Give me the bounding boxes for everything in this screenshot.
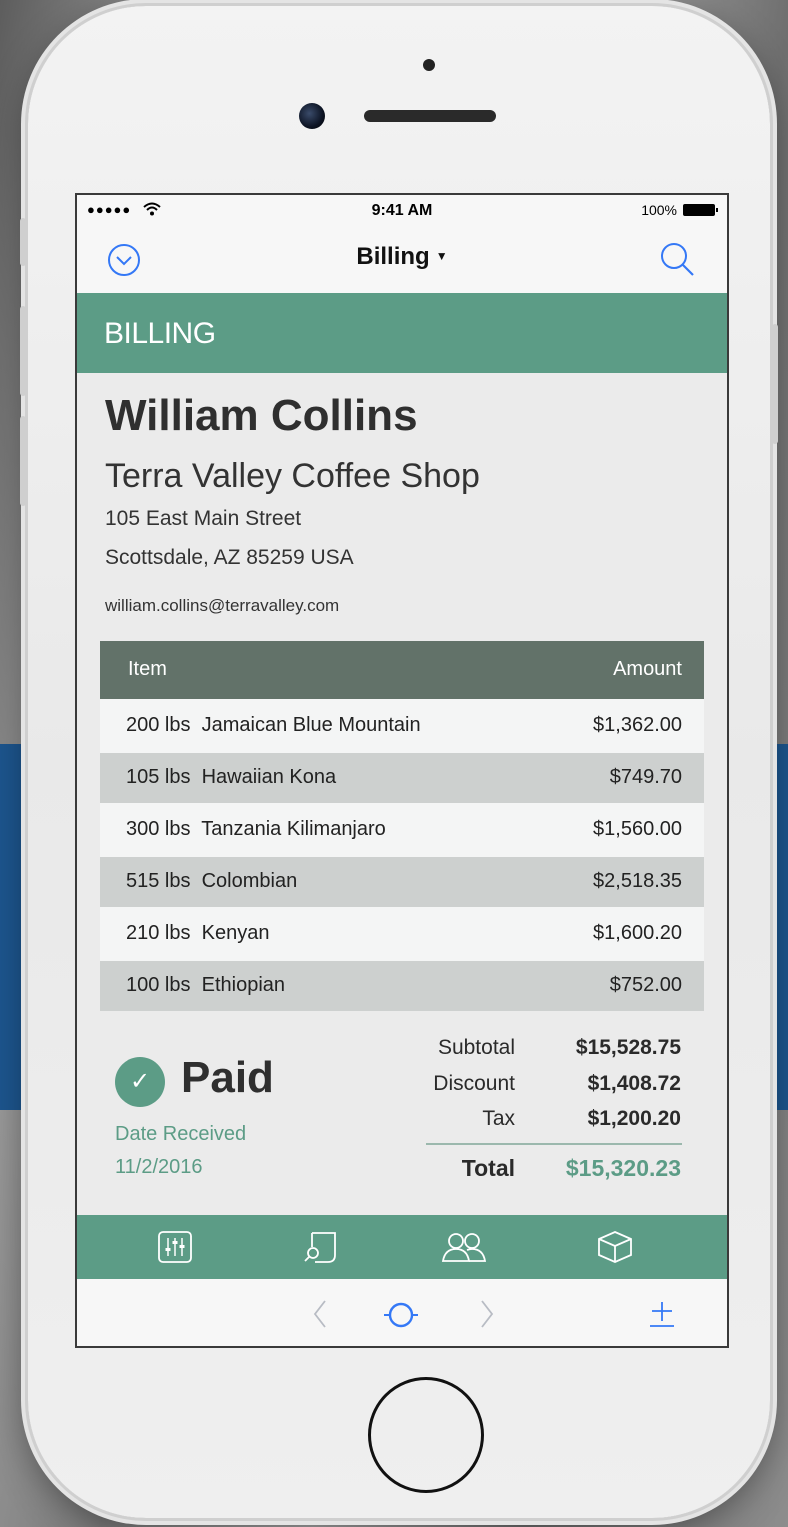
tax-label: Tax: [482, 1107, 515, 1130]
customer-address-line2: Scottsdale, AZ 85259 USA: [105, 546, 354, 569]
discount-value: $1,408.72: [587, 1072, 681, 1095]
home-button[interactable]: [368, 1377, 484, 1493]
subtotal-label: Subtotal: [437, 1036, 515, 1059]
dropdown-caret-icon: ▼: [435, 249, 448, 263]
tab-find[interactable]: [301, 1229, 341, 1265]
battery-percent: 100%: [641, 202, 677, 218]
next-record-button[interactable]: [477, 1299, 497, 1334]
battery-icon: [683, 204, 718, 216]
tab-products[interactable]: [595, 1229, 635, 1265]
volume-down-button: [20, 416, 26, 506]
row-amount: $1,560.00: [593, 818, 682, 840]
summary-divider: [426, 1143, 682, 1145]
add-record-button[interactable]: [647, 1299, 677, 1334]
earpiece-speaker: [364, 110, 496, 122]
row-item: 100 lbs Ethiopian: [126, 974, 286, 996]
subtotal-value: $15,528.75: [575, 1036, 681, 1059]
table-row[interactable]: 200 lbs Jamaican Blue Mountain $1,362.00: [100, 699, 704, 753]
sliders-icon: [158, 1231, 192, 1263]
customer-name: William Collins: [105, 391, 418, 440]
volume-up-button: [20, 306, 26, 396]
table-row[interactable]: 100 lbs Ethiopian $752.00: [100, 961, 704, 1011]
row-amount: $1,600.20: [593, 922, 682, 944]
app-screen: ●●●●● 9:41 AM 100% Billing ▼ BILLING Wil…: [75, 193, 729, 1348]
customer-company: Terra Valley Coffee Shop: [105, 457, 480, 495]
previous-record-button[interactable]: [310, 1299, 330, 1334]
document-search-icon: [304, 1232, 336, 1263]
column-header-item: Item: [128, 658, 167, 680]
row-item: 210 lbs Kenyan: [126, 922, 270, 944]
date-received-value: 11/2/2016: [115, 1156, 203, 1178]
row-item: 105 lbs Hawaiian Kona: [126, 766, 337, 788]
section-header: BILLING: [77, 293, 727, 373]
table-header: Item Amount: [100, 641, 704, 699]
date-received-label: Date Received: [115, 1123, 247, 1145]
customer-email: william.collins@terravalley.com: [105, 596, 340, 615]
tab-controls[interactable]: [155, 1229, 195, 1265]
table-row[interactable]: 515 lbs Colombian $2,518.35: [100, 857, 704, 907]
layout-picker[interactable]: Billing ▼: [77, 243, 727, 271]
table-row[interactable]: 210 lbs Kenyan $1,600.20: [100, 907, 704, 961]
tab-bar: [77, 1215, 727, 1279]
tax-value: $1,200.20: [587, 1107, 681, 1130]
page-title: Billing: [356, 243, 430, 270]
people-icon: [441, 1233, 487, 1262]
search-button[interactable]: [659, 241, 695, 282]
search-icon: [661, 243, 694, 276]
total-label: Total: [461, 1155, 515, 1181]
row-amount: $749.70: [609, 766, 682, 788]
box-icon: [598, 1231, 632, 1263]
forward-chevron-icon: [481, 1300, 494, 1328]
record-circle-icon: [384, 1302, 418, 1328]
discount-label: Discount: [433, 1072, 515, 1095]
row-amount: $2,518.35: [593, 870, 682, 892]
row-item: 300 lbs Tanzania Kilimanjaro: [126, 818, 386, 840]
tab-contacts[interactable]: [439, 1229, 487, 1265]
table-row[interactable]: 105 lbs Hawaiian Kona $749.70: [100, 753, 704, 803]
total-value: $15,320.23: [565, 1155, 681, 1181]
paid-check-icon: ✓: [115, 1057, 165, 1107]
add-icon: [650, 1302, 674, 1327]
bottom-toolbar: [77, 1279, 727, 1346]
status-bar: ●●●●● 9:41 AM 100%: [77, 195, 727, 225]
row-amount: $752.00: [609, 974, 682, 996]
status-time: 9:41 AM: [371, 202, 433, 219]
power-button: [772, 324, 778, 444]
line-items-table: Item Amount 200 lbs Jamaican Blue Mounta…: [100, 641, 704, 1011]
front-camera: [299, 103, 325, 129]
row-item: 515 lbs Colombian: [126, 870, 298, 892]
navigation-bar: Billing ▼: [77, 225, 727, 293]
column-header-amount: Amount: [613, 658, 682, 680]
record-navigator-button[interactable]: [384, 1301, 418, 1334]
row-amount: $1,362.00: [593, 714, 682, 736]
customer-address-line1: 105 East Main Street: [105, 507, 302, 530]
proximity-sensor: [423, 59, 435, 71]
row-item: 200 lbs Jamaican Blue Mountain: [126, 714, 421, 736]
section-header-label: BILLING: [104, 317, 216, 350]
payment-status: Paid: [181, 1053, 274, 1102]
back-chevron-icon: [313, 1300, 326, 1328]
table-row[interactable]: 300 lbs Tanzania Kilimanjaro $1,560.00: [100, 803, 704, 857]
mute-switch: [20, 218, 26, 266]
